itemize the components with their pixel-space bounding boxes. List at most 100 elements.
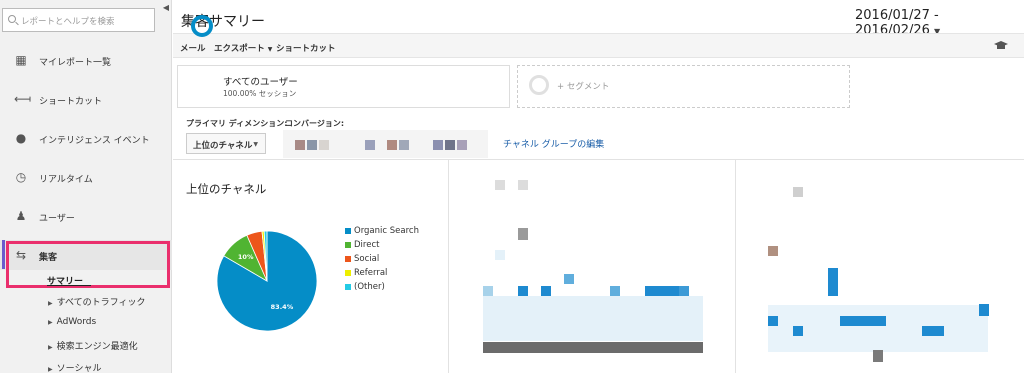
chevron-down-icon: ▼ — [267, 46, 273, 53]
legend-swatch — [345, 256, 351, 262]
blur-block — [793, 326, 803, 336]
shortcut-button[interactable]: ショートカット — [276, 42, 336, 54]
collapse-sidebar-icon[interactable]: ◀ — [160, 0, 172, 16]
legend-label: (Other) — [354, 282, 385, 292]
legend-label: Organic Search — [354, 226, 419, 236]
sidebar-item-intelligence[interactable]: ● インテリジェンス イベント — [0, 123, 172, 153]
blur-block — [483, 342, 703, 353]
segment-label: すべてのユーザー — [223, 77, 298, 88]
blur-block — [873, 350, 883, 362]
sidebar-item-label: インテリジェンス イベント — [39, 136, 150, 146]
sidebar-sub-all-traffic[interactable]: ▶ すべてのトラフィック — [48, 295, 145, 308]
search-placeholder: レポートとヘルプを検索 — [21, 17, 115, 27]
analytics-app: ◀ レポートとヘルプを検索 ▦ マイレポート一覧 ⟻ ショートカット ● インテ… — [0, 0, 1024, 373]
blur-block — [541, 286, 551, 296]
chart-title: 上位のチャネル — [186, 182, 267, 196]
legend-swatch — [345, 242, 351, 248]
sidebar-item-label: ショートカット — [39, 97, 103, 107]
edit-channel-groups-link[interactable]: チャネル グループの編集 — [503, 137, 604, 150]
sub-label: すべてのトラフィック — [56, 298, 146, 308]
blur-block — [564, 274, 574, 284]
pie-data-label: 83.4% — [271, 303, 294, 311]
conversion-label: コンバージョン: — [285, 119, 345, 128]
blur-block — [679, 286, 689, 296]
blur-cell — [445, 140, 455, 150]
blur-block — [768, 246, 778, 256]
sub-label: AdWords — [56, 317, 97, 327]
triangle-right-icon: ▶ — [48, 366, 53, 373]
sidebar-item-my-reports[interactable]: ▦ マイレポート一覧 — [0, 45, 172, 75]
sidebar-item-users[interactable]: ♟ ユーザー — [0, 201, 172, 231]
blur-block — [518, 228, 528, 240]
sub-label: 検索エンジン最適化 — [56, 342, 138, 352]
blur-block — [979, 304, 989, 316]
blur-block — [840, 316, 886, 326]
sidebar-sub-social[interactable]: ▶ ソーシャル — [48, 361, 101, 373]
blur-block — [495, 180, 505, 190]
sidebar-sub-adwords[interactable]: ▶ AdWords — [48, 317, 96, 327]
panel-divider — [735, 160, 736, 373]
blur-cell — [319, 140, 329, 150]
sidebar: ◀ レポートとヘルプを検索 ▦ マイレポート一覧 ⟻ ショートカット ● インテ… — [0, 0, 172, 373]
blur-block — [793, 187, 803, 197]
triangle-right-icon: ▶ — [48, 319, 53, 326]
sub-label: ソーシャル — [56, 364, 102, 373]
chevron-down-icon: ▼ — [253, 141, 258, 148]
blur-block — [483, 296, 703, 341]
search-icon — [8, 15, 16, 23]
shortcut-icon: ⟻ — [14, 92, 32, 106]
blur-block — [922, 326, 944, 336]
add-segment-label: + セグメント — [557, 82, 610, 92]
legend-label: Direct — [354, 240, 380, 250]
highlight-box — [6, 241, 170, 288]
add-segment-ring-icon — [529, 75, 549, 95]
main-content: 集客サマリー 2016/01/27 - 2016/02/26 ▼ メール エクスポ… — [173, 0, 1024, 373]
legend-swatch — [345, 228, 351, 234]
blur-cell — [307, 140, 317, 150]
blur-block — [645, 286, 679, 296]
search-input[interactable]: レポートとヘルプを検索 — [2, 8, 155, 32]
blur-cell — [387, 140, 397, 150]
blur-cell — [399, 140, 409, 150]
legend-label: Referral — [354, 268, 388, 278]
export-label: エクスポート — [214, 44, 265, 54]
blur-block — [518, 180, 528, 190]
blur-cell — [457, 140, 467, 150]
blur-block — [610, 286, 620, 296]
blur-block — [495, 250, 505, 260]
blur-cell — [365, 140, 375, 150]
sidebar-item-label: リアルタイム — [39, 175, 93, 185]
graduation-cap-icon[interactable] — [994, 41, 1008, 51]
blur-block — [518, 286, 528, 296]
triangle-right-icon: ▶ — [48, 300, 53, 307]
export-button[interactable]: エクスポート ▼ — [214, 42, 272, 54]
email-button[interactable]: メール — [180, 42, 206, 54]
pie-data-label: 10% — [238, 253, 254, 261]
users-icon: ♟ — [15, 209, 27, 223]
active-indicator — [2, 240, 5, 269]
clock-icon: ◷ — [15, 170, 27, 184]
blur-cell — [295, 140, 305, 150]
panel-divider — [448, 160, 449, 373]
triangle-right-icon: ▶ — [48, 344, 53, 351]
sidebar-item-label: マイレポート一覧 — [39, 58, 112, 68]
sidebar-item-label: ユーザー — [39, 214, 75, 224]
pie-chart: 83.4% 10% — [216, 230, 318, 332]
segment-ring-icon — [191, 15, 213, 37]
legend-label: Social — [354, 254, 380, 264]
grid-icon: ▦ — [15, 53, 27, 67]
primary-dimension-label: プライマリ ディメンション: — [186, 119, 288, 128]
blur-block — [768, 316, 778, 326]
sidebar-item-realtime[interactable]: ◷ リアルタイム — [0, 162, 172, 192]
bulb-icon: ● — [15, 131, 27, 145]
blur-block — [483, 286, 493, 296]
legend-swatch — [345, 284, 351, 290]
conversion-select-blurred[interactable] — [283, 130, 488, 158]
sidebar-sub-seo[interactable]: ▶ 検索エンジン最適化 — [48, 339, 138, 352]
toolbar: メール エクスポート ▼ ショートカット — [173, 33, 1024, 58]
primary-dimension-select[interactable]: 上位のチャネル ▼ — [186, 133, 266, 154]
legend-swatch — [345, 270, 351, 276]
sidebar-item-shortcuts[interactable]: ⟻ ショートカット — [0, 84, 172, 114]
segment-percent: 100.00% セッション — [223, 89, 297, 98]
primary-dimension-value: 上位のチャネル — [193, 141, 253, 151]
